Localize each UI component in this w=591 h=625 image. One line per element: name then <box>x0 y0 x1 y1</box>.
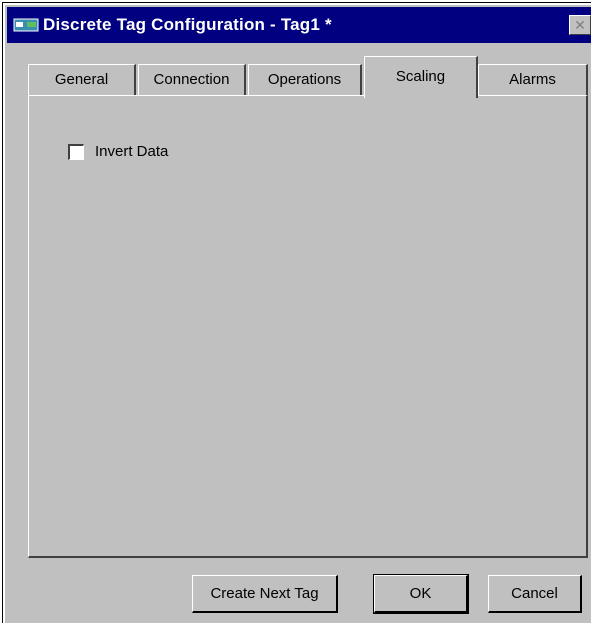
tab-connection[interactable]: Connection <box>138 64 246 96</box>
invert-data-option[interactable]: Invert Data <box>68 143 168 160</box>
tab-operations[interactable]: Operations <box>248 64 362 96</box>
tab-alarms[interactable]: Alarms <box>478 64 588 96</box>
tab-general[interactable]: General <box>28 64 136 96</box>
window-title: Discrete Tag Configuration - Tag1 * <box>43 15 332 34</box>
close-icon[interactable]: ✕ <box>569 15 591 35</box>
invert-data-label: Invert Data <box>95 143 169 160</box>
tab-scaling[interactable]: Scaling <box>364 56 478 98</box>
ok-button[interactable]: OK <box>373 574 469 614</box>
tab-panel-scaling <box>28 95 588 558</box>
cancel-button[interactable]: Cancel <box>488 575 582 613</box>
create-next-tag-button[interactable]: Create Next Tag <box>192 575 338 613</box>
tag-app-icon <box>13 18 39 32</box>
invert-data-checkbox[interactable] <box>68 143 84 160</box>
title-bar[interactable]: Discrete Tag Configuration - Tag1 * ✕ <box>7 7 591 43</box>
tab-strip: General Connection Operations Scaling Al… <box>28 56 591 98</box>
